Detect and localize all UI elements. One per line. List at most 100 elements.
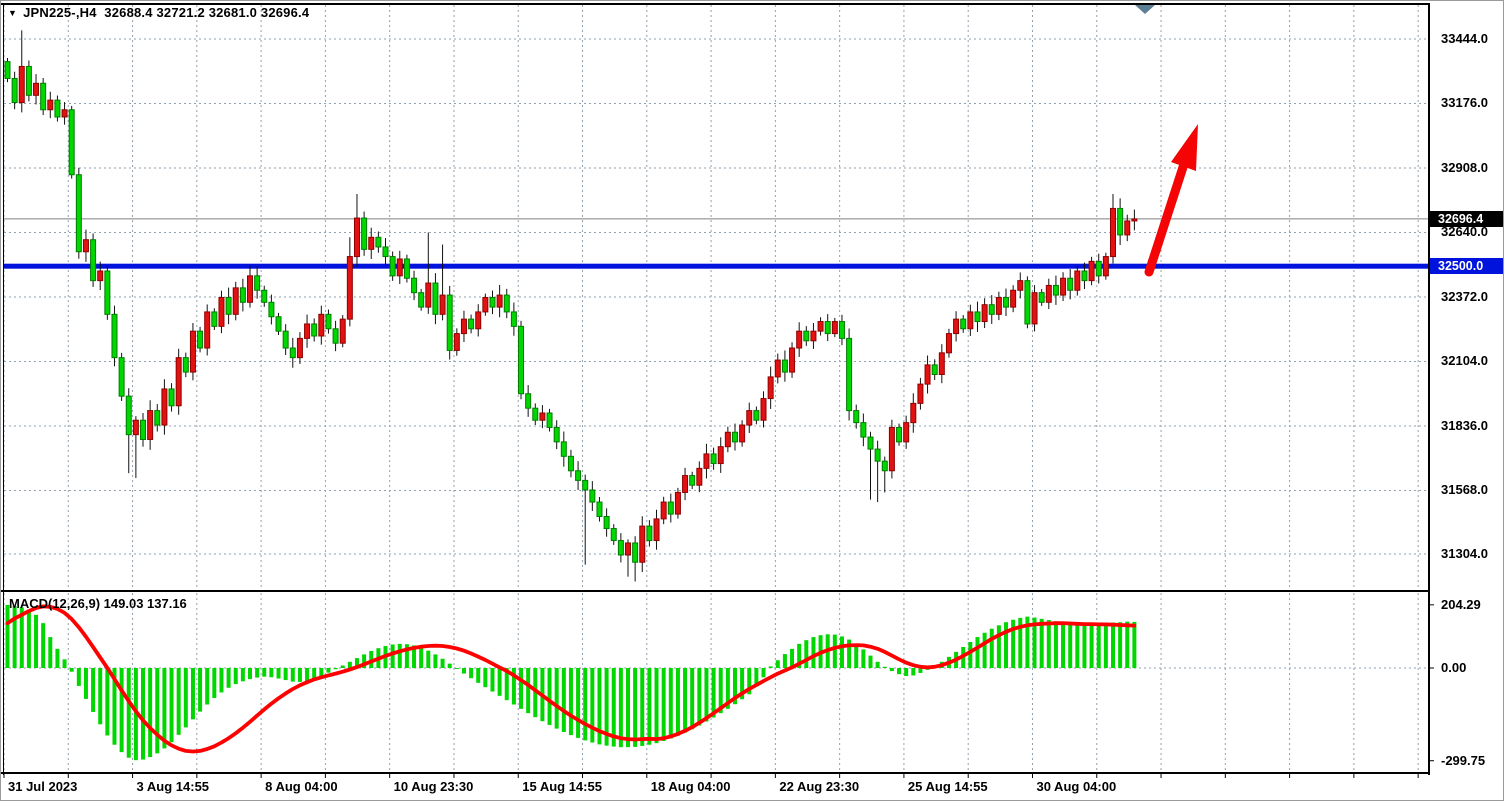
macd-bar — [669, 668, 673, 739]
macd-bar — [890, 668, 894, 671]
macd-bar — [148, 668, 152, 757]
macd-bar — [391, 644, 395, 668]
candle — [1018, 281, 1023, 291]
candle — [889, 427, 894, 470]
macd-bar — [120, 668, 124, 752]
time-axis-label: 31 Jul 2023 — [8, 779, 77, 794]
candle — [790, 348, 795, 372]
candle — [961, 319, 966, 329]
macd-bar — [569, 668, 573, 735]
macd-bar — [662, 668, 666, 741]
candle — [996, 297, 1001, 314]
candle — [1032, 293, 1037, 324]
macd-bar — [262, 668, 266, 677]
price-axis-label: 33176.0 — [1441, 95, 1488, 110]
macd-bar — [975, 637, 979, 668]
candle — [597, 502, 602, 516]
frame-right — [1428, 3, 1430, 775]
candle — [290, 348, 295, 358]
time-axis-label: 25 Aug 14:55 — [908, 779, 988, 794]
candle — [133, 420, 138, 434]
macd-bar — [1061, 622, 1065, 668]
price-axis-label: 32372.0 — [1441, 289, 1488, 304]
candle — [868, 437, 873, 449]
macd-bar — [248, 668, 252, 679]
candle — [126, 396, 131, 435]
candle — [440, 295, 445, 314]
macd-bar — [326, 668, 330, 673]
candle — [511, 312, 516, 326]
time-axis-label: 10 Aug 23:30 — [394, 779, 474, 794]
candle — [283, 331, 288, 348]
candle — [1046, 285, 1051, 302]
candle — [105, 271, 110, 314]
macd-bar — [141, 668, 145, 760]
candle — [697, 468, 702, 485]
macd-bar — [769, 666, 773, 668]
macd-bar — [483, 668, 487, 687]
current-price-badge: 32696.4 — [1430, 211, 1504, 227]
macd-bar — [861, 649, 865, 668]
candle — [782, 360, 787, 372]
candle — [490, 297, 495, 307]
candle — [797, 331, 802, 348]
symbol-dropdown-icon[interactable]: ▼ — [8, 8, 17, 18]
candle — [504, 295, 509, 312]
candle — [1061, 278, 1066, 295]
candle — [269, 302, 274, 316]
candle — [1075, 271, 1080, 290]
candle — [1089, 261, 1094, 280]
macd-bar — [655, 668, 659, 743]
candle — [340, 319, 345, 343]
candle — [183, 358, 188, 372]
candle — [354, 218, 359, 257]
macd-bar — [448, 664, 452, 668]
macd-bar — [291, 668, 295, 682]
macd-bar — [476, 668, 480, 683]
macd-bar — [455, 668, 459, 669]
macd-bar — [13, 606, 17, 668]
macd-axis-label: -299.75 — [1441, 753, 1485, 768]
macd-bar — [490, 668, 494, 692]
macd-bar — [334, 668, 338, 669]
macd-bar — [1125, 622, 1129, 668]
macd-bar — [1118, 622, 1122, 668]
price-axis-label: 33444.0 — [1441, 31, 1488, 46]
candle — [255, 276, 260, 290]
frame-bottom — [1, 772, 1430, 774]
time-axis-label: 15 Aug 14:55 — [522, 779, 602, 794]
candle — [412, 278, 417, 292]
candle — [583, 480, 588, 490]
macd-axis-label: 0.00 — [1441, 660, 1466, 675]
macd-bar — [1054, 621, 1058, 668]
macd-bar — [840, 636, 844, 668]
candle — [347, 257, 352, 320]
candle — [190, 331, 195, 372]
candle — [69, 110, 74, 175]
macd-bar — [576, 668, 580, 738]
macd-bar — [1040, 619, 1044, 668]
macd-bar — [1132, 622, 1136, 668]
candle — [1053, 285, 1058, 295]
macd-bar — [811, 637, 815, 668]
candle — [276, 317, 281, 331]
candle — [369, 237, 374, 249]
candle — [519, 326, 524, 393]
macd-bar — [155, 668, 159, 753]
candle — [761, 399, 766, 421]
candle — [633, 543, 638, 562]
candle — [426, 283, 431, 307]
price-chart-canvas[interactable] — [1, 1, 1504, 801]
chart-header: ▼JPN225-,H4 32688.4 32721.2 32681.0 3269… — [8, 5, 309, 20]
macd-bar — [27, 610, 31, 668]
macd-bar — [526, 668, 530, 713]
candle — [547, 413, 552, 427]
candle — [312, 324, 317, 336]
candle — [5, 62, 10, 79]
candle — [918, 384, 923, 403]
candle — [476, 312, 481, 329]
time-axis-label: 8 Aug 04:00 — [265, 779, 338, 794]
macd-bar — [983, 633, 987, 668]
macd-bar — [433, 654, 437, 668]
macd-bar — [1090, 624, 1094, 668]
